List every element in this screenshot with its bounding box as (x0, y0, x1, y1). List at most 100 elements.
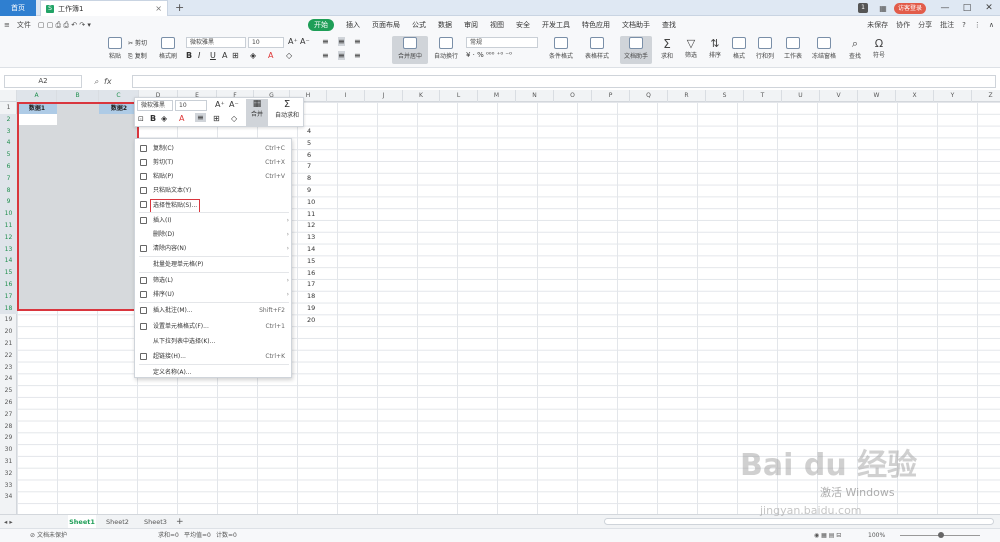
table-style-button[interactable]: 表格样式 (580, 37, 614, 60)
more-icon[interactable]: ⋮ (974, 21, 981, 29)
row-header-24[interactable]: 24 (0, 373, 17, 385)
unsaved-status[interactable]: 未保存 (867, 20, 888, 30)
column-header-i[interactable]: I (327, 90, 365, 102)
paste-button[interactable]: 粘贴 (104, 37, 126, 60)
border-icon[interactable]: ⊞ (232, 51, 239, 60)
hamburger-icon[interactable]: ≡ (4, 21, 10, 29)
row-header-20[interactable]: 20 (0, 326, 17, 338)
row-header-17[interactable]: 17 (0, 290, 17, 303)
align-center-icon[interactable]: ≡ (338, 51, 345, 60)
context-item-13[interactable]: 从下拉列表中选择(K)... (135, 335, 293, 349)
context-item-5[interactable]: 插入(I) › (135, 214, 293, 228)
align-top-icon[interactable]: ≡ (322, 37, 329, 46)
zoom-search-icon[interactable]: ⌕ (94, 74, 98, 90)
wrap-text-button[interactable]: 自动换行 (430, 37, 462, 60)
grid-view-icon[interactable]: ▦ (876, 4, 890, 13)
window-close-button[interactable]: ✕ (978, 3, 1000, 13)
file-menu[interactable]: 文件 (17, 20, 31, 30)
sheet-nav-icon[interactable]: ◂ ▸ (4, 515, 13, 529)
add-tab-button[interactable]: + (175, 0, 184, 15)
mini-align-icon[interactable]: ≡ (195, 113, 206, 122)
column-header-y[interactable]: Y (934, 90, 972, 102)
sheet-tab-2[interactable]: Sheet2 (106, 515, 129, 529)
column-header-l[interactable]: L (440, 90, 478, 102)
row-header-1[interactable]: 1 (0, 102, 17, 114)
row-header-15[interactable]: 15 (0, 267, 17, 279)
number-format-select[interactable]: 常规 (466, 37, 538, 48)
font-grow-icon[interactable]: A⁺ (288, 37, 298, 46)
collab-button[interactable]: 协作 (896, 20, 910, 30)
context-item-0[interactable]: 复制(C) Ctrl+C (135, 142, 293, 156)
freeze-button[interactable]: 冻结窗格 (808, 37, 840, 60)
add-sheet-button[interactable]: + (176, 515, 184, 529)
currency-icon[interactable]: ¥ · % ⁰⁰⁰ ⁺⁰ ⁻⁰ (466, 51, 512, 59)
row-header-21[interactable]: 21 (0, 338, 17, 350)
row-header-31[interactable]: 31 (0, 456, 17, 468)
quick-access-icons[interactable]: ▢ ▢ ⎙ ⎙ ↶ ↷ ▾ (38, 21, 91, 30)
column-header-r[interactable]: R (668, 90, 706, 102)
symbol-button[interactable]: Ω 符号 (868, 37, 890, 59)
context-item-8[interactable]: 批量处理单元格(P) (135, 258, 293, 272)
column-header-n[interactable]: N (516, 90, 554, 102)
doc-helper-button[interactable]: 文档助手 (620, 36, 652, 64)
row-header-12[interactable]: 12 (0, 231, 17, 244)
share-button[interactable]: 分享 (918, 20, 932, 30)
mini-font-name[interactable]: 微软雅黑 (137, 100, 173, 111)
font-name-select[interactable]: 微软雅黑 (186, 37, 246, 48)
column-header-m[interactable]: M (478, 90, 516, 102)
mini-font-size[interactable]: 10 (175, 100, 207, 111)
column-header-s[interactable]: S (706, 90, 744, 102)
sort-button[interactable]: ⇅ 排序 (704, 37, 726, 59)
home-tab[interactable]: 首页 (0, 0, 36, 16)
column-header-k[interactable]: K (403, 90, 440, 102)
column-header-o[interactable]: O (554, 90, 592, 102)
italic-icon[interactable]: I (198, 51, 200, 60)
conditional-format-button[interactable]: 条件格式 (544, 37, 578, 60)
menu-tab-4[interactable]: 数据 (438, 20, 452, 30)
row-header-32[interactable]: 32 (0, 468, 17, 480)
mini-font-grow-icon[interactable]: A⁺ (215, 100, 225, 109)
menu-tab-6[interactable]: 视图 (490, 20, 504, 30)
collapse-icon[interactable]: ∧ (989, 21, 994, 29)
column-header-a[interactable]: A (17, 90, 57, 102)
context-item-7[interactable]: 清除内容(N) › (135, 242, 293, 256)
login-button[interactable]: 访客登录 (893, 2, 926, 14)
font-color-icon[interactable]: A (268, 51, 273, 60)
menu-tab-11[interactable]: 查找 (662, 20, 676, 30)
mini-border-icon[interactable]: ⊞ (213, 114, 220, 123)
context-item-4[interactable]: 选择性粘贴(S)... (135, 198, 293, 213)
menu-tab-8[interactable]: 开发工具 (542, 20, 570, 30)
mini-bold-icon[interactable]: B (150, 114, 156, 123)
sheet-tab-3[interactable]: Sheet3 (144, 515, 167, 529)
column-header-u[interactable]: U (782, 90, 820, 102)
row-header-29[interactable]: 29 (0, 432, 17, 444)
menu-tab-5[interactable]: 审阅 (464, 20, 478, 30)
context-item-6[interactable]: 删除(D) › (135, 228, 293, 242)
menu-tab-7[interactable]: 安全 (516, 20, 530, 30)
font-shrink-icon[interactable]: A⁻ (300, 37, 310, 46)
context-item-15[interactable]: 定义名称(A)... (135, 366, 293, 380)
row-header-19[interactable]: 19 (0, 314, 17, 326)
copy-button[interactable]: ⎘ 复制 (128, 51, 147, 61)
fill-color-icon[interactable]: ◈ (250, 51, 256, 60)
underline-icon[interactable]: U (210, 51, 216, 60)
column-header-w[interactable]: W (858, 90, 896, 102)
row-header-23[interactable]: 23 (0, 362, 17, 374)
row-header-28[interactable]: 28 (0, 421, 17, 433)
mini-cell-style-icon[interactable]: ⊡ (138, 115, 144, 123)
font-size-select[interactable]: 10 (248, 37, 284, 48)
mini-clear-icon[interactable]: ◇ (231, 114, 237, 123)
zoom-level[interactable]: 100% (868, 529, 885, 542)
cut-button[interactable]: ✂ 剪切 (128, 38, 147, 47)
align-left-icon[interactable]: ≡ (322, 51, 329, 60)
rowcol-button[interactable]: 行和列 (752, 37, 778, 60)
maximize-button[interactable]: □ (956, 3, 978, 13)
mini-font-color-icon[interactable]: A (179, 114, 184, 123)
name-box[interactable]: A2 (4, 75, 82, 88)
context-item-11[interactable]: 插入批注(M)... Shift+F2 (135, 304, 293, 318)
row-header-9[interactable]: 9 (0, 196, 17, 209)
context-item-10[interactable]: 排序(U) › (135, 288, 293, 302)
context-item-14[interactable]: 超链接(H)... Ctrl+K (135, 350, 293, 364)
column-header-z[interactable]: Z (972, 90, 1000, 102)
mini-merge-button[interactable]: ▦ 合并 (246, 99, 268, 126)
